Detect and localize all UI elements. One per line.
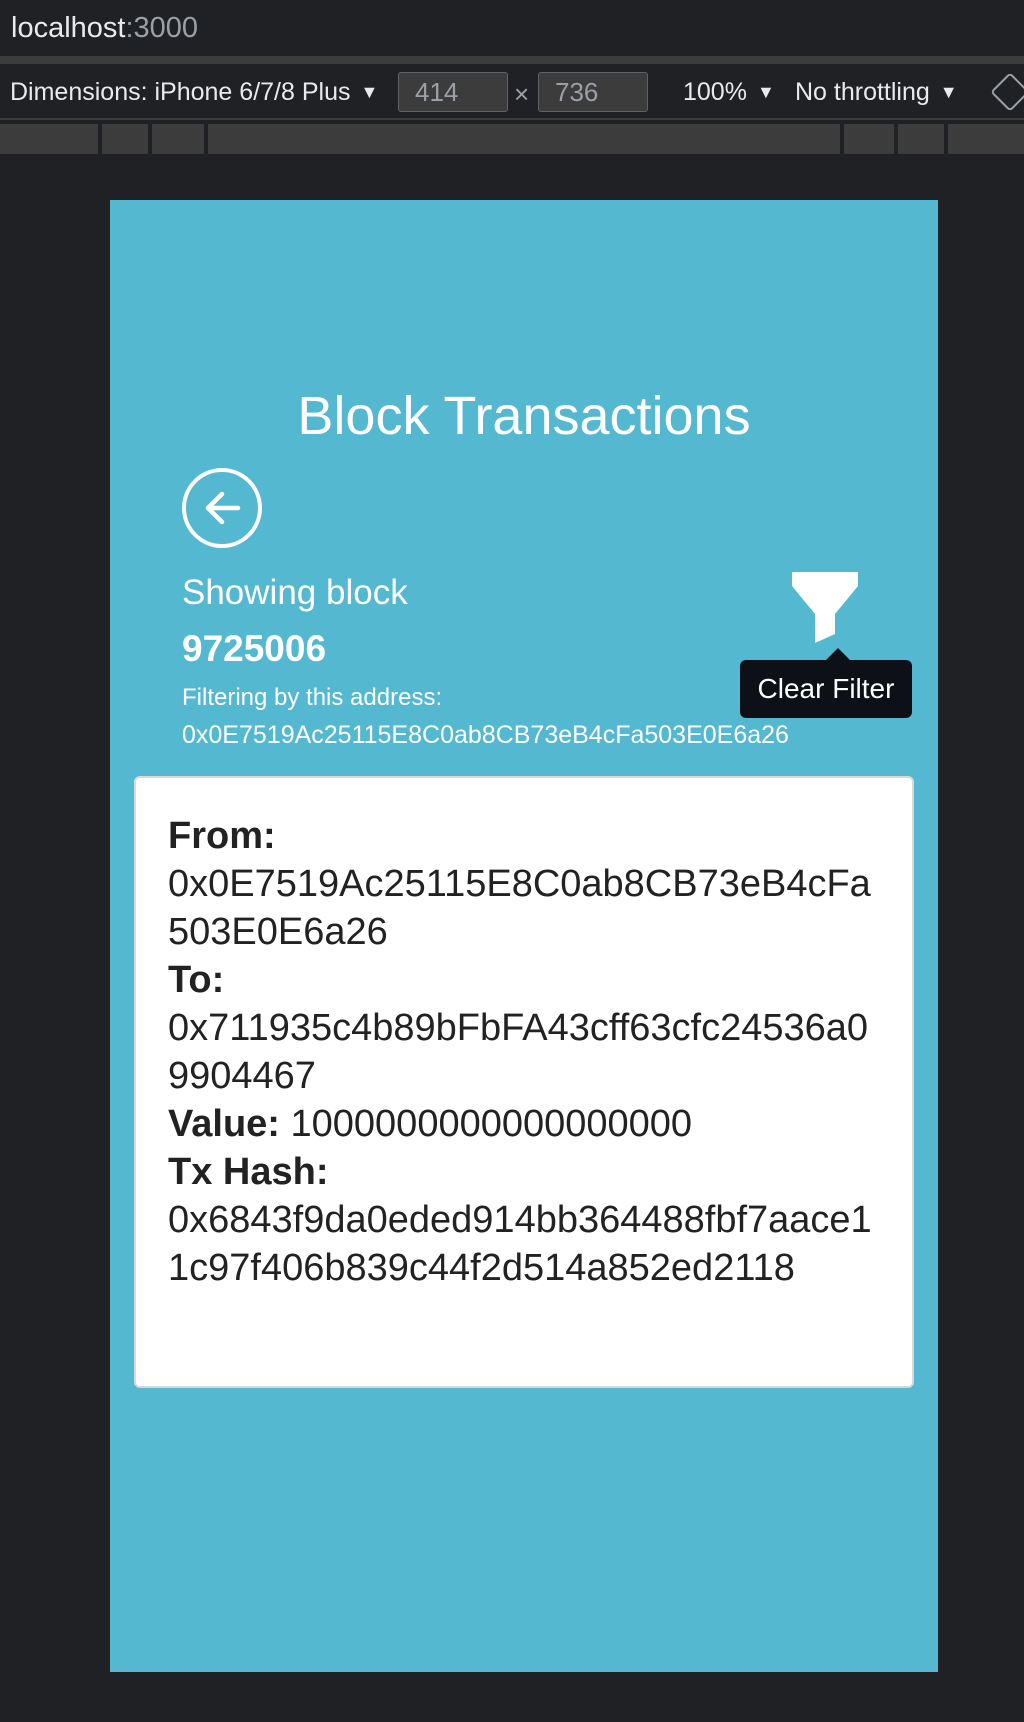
divider xyxy=(0,56,1024,64)
chevron-down-icon: ▼ xyxy=(360,82,379,102)
dimensions-dropdown[interactable]: Dimensions: iPhone 6/7/8 Plus ▼ xyxy=(10,64,378,122)
tx-hash-label: Tx Hash: xyxy=(168,1151,329,1193)
chevron-down-icon: ▼ xyxy=(939,82,958,102)
filter-funnel-icon[interactable] xyxy=(792,572,858,644)
media-query-segment[interactable] xyxy=(102,124,148,154)
filter-address: 0x0E7519Ac25115E8C0ab8CB73eB4cFa503E0E6a… xyxy=(182,721,789,749)
times-icon: × xyxy=(514,79,530,109)
page-title: Block Transactions xyxy=(297,386,751,446)
clear-filter-tooltip: Clear Filter xyxy=(740,660,912,718)
media-query-segment[interactable] xyxy=(844,124,894,154)
dimensions-label: Dimensions: iPhone 6/7/8 Plus xyxy=(10,78,351,106)
media-query-bar xyxy=(0,122,1024,156)
back-button[interactable] xyxy=(182,468,262,548)
address-bar[interactable]: localhost:3000 xyxy=(0,0,1024,56)
value-amount: 1000000000000000000 xyxy=(290,1103,693,1145)
throttling-label: No throttling xyxy=(795,78,930,106)
media-query-segment[interactable] xyxy=(898,124,944,154)
throttling-dropdown[interactable]: No throttling ▼ xyxy=(795,64,958,122)
showing-block-label: Showing block xyxy=(182,573,408,612)
divider xyxy=(0,118,1024,120)
url-host: localhost xyxy=(11,12,126,44)
value-row: Value: 1000000000000000000 xyxy=(168,1100,882,1148)
media-query-segment[interactable] xyxy=(0,124,98,154)
zoom-dropdown[interactable]: 100% ▼ xyxy=(683,64,775,122)
zoom-label: 100% xyxy=(683,78,747,106)
app-viewport: Block Transactions Showing block 9725006… xyxy=(110,200,938,1672)
from-label: From: xyxy=(168,815,276,857)
chevron-down-icon: ▼ xyxy=(756,82,775,102)
media-query-segment[interactable] xyxy=(208,124,840,154)
to-address: 0x711935c4b89bFbFA43cff63cfc24536a099044… xyxy=(168,1007,869,1097)
device-toolbar: Dimensions: iPhone 6/7/8 Plus ▼ 414 × 736… xyxy=(0,64,1024,120)
arrow-left-icon xyxy=(205,491,241,525)
width-input[interactable]: 414 xyxy=(398,72,508,112)
tooltip-arrow xyxy=(826,648,850,660)
from-address: 0x0E7519Ac25115E8C0ab8CB73eB4cFa503E0E6a… xyxy=(168,863,871,953)
tx-hash: 0x6843f9da0eded914bb364488fbf7aace11c97f… xyxy=(168,1199,872,1289)
height-input[interactable]: 736 xyxy=(538,72,648,112)
url-port: :3000 xyxy=(125,12,199,44)
to-label: To: xyxy=(168,959,225,1001)
transaction-card: From: 0x0E7519Ac25115E8C0ab8CB73eB4cFa50… xyxy=(134,776,914,1388)
value-label: Value: xyxy=(168,1103,280,1145)
block-number: 9725006 xyxy=(182,628,327,669)
media-query-segment[interactable] xyxy=(152,124,204,154)
filter-label: Filtering by this address: xyxy=(182,684,443,711)
media-query-segment[interactable] xyxy=(948,124,1024,154)
